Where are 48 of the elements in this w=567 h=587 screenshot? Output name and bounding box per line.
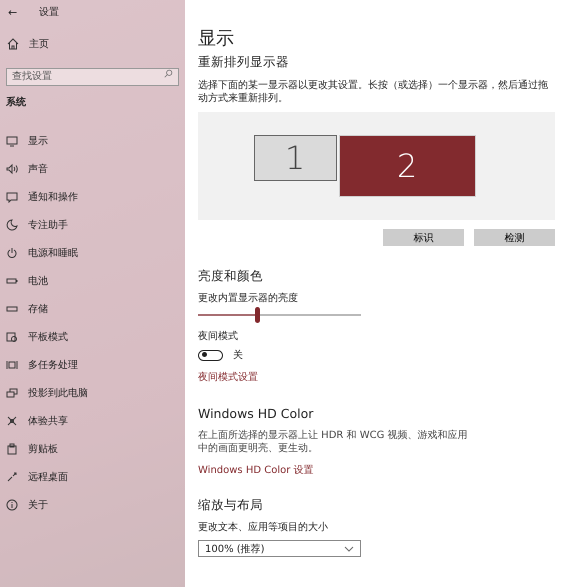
home-item[interactable]: 主页: [0, 38, 185, 50]
monitor-tile[interactable]: 2: [338, 135, 476, 197]
sidebar-item[interactable]: 声音: [0, 155, 185, 183]
section-heading: 亮度和颜色: [198, 268, 264, 285]
sidebar-item[interactable]: 体验共享: [0, 407, 185, 435]
toggle-switch[interactable]: [198, 350, 223, 360]
page-title: 显示: [198, 27, 235, 50]
slider-label: 更改内置显示器的亮度: [198, 292, 299, 305]
section-heading: 系统: [5, 96, 27, 109]
slider-thumb[interactable]: [254, 307, 260, 323]
moon-icon: [6, 219, 18, 231]
search-icon: [164, 68, 173, 78]
sidebar-item[interactable]: 专注助手: [0, 211, 185, 239]
sidebar-item[interactable]: 关于: [0, 491, 185, 519]
section-heading: 重新排列显示器: [198, 54, 290, 71]
dropdown-label: 更改文本、应用等项目的大小: [198, 520, 329, 534]
night-settings-link[interactable]: 夜间模式设置: [198, 370, 258, 384]
home-icon: [7, 38, 19, 50]
sound-icon: [6, 163, 18, 175]
clipboard-icon: [6, 443, 18, 455]
power-icon: [6, 247, 18, 259]
sidebar-item[interactable]: 电池: [0, 267, 185, 295]
about-icon: [6, 499, 18, 511]
back-button[interactable]: ←: [8, 6, 18, 18]
toggle-label: 夜间模式: [198, 330, 239, 343]
display-icon: [6, 135, 18, 147]
monitor-tile[interactable]: 1: [254, 135, 336, 181]
sidebar-item[interactable]: 通知和操作: [0, 183, 185, 211]
search-field[interactable]: 查找设置: [6, 68, 179, 86]
sidebar-item[interactable]: 多任务处理: [0, 351, 185, 379]
hd-color-link[interactable]: Windows HD Color 设置: [198, 463, 314, 477]
chevron-icon: [344, 546, 354, 552]
scale-dropdown[interactable]: 100% (推荐): [198, 540, 361, 557]
section-heading: Windows HD Color: [198, 406, 314, 421]
action-button[interactable]: 检测: [474, 229, 555, 246]
sidebar-item[interactable]: 远程桌面: [0, 463, 185, 491]
description: 选择下面的某一显示器以更改其设置。长按（或选择）一个显示器，然后通过拖动方式来重新排列。: [198, 79, 549, 105]
sidebar-item[interactable]: 投影到此电脑: [0, 379, 185, 407]
sidebar-item[interactable]: 存储: [0, 295, 185, 323]
window-title: 设置: [39, 6, 60, 19]
sidebar-item[interactable]: 显示: [0, 127, 185, 155]
toggle-state: 关: [233, 348, 243, 362]
section-heading: 缩放与布局: [198, 497, 264, 514]
action-button[interactable]: 标识: [383, 229, 464, 246]
description: 在上面所选择的显示器上让 HDR 和 WCG 视频、游戏和应用中的画面更明亮、更生动。: [198, 429, 468, 455]
sidebar-item[interactable]: 剪贴板: [0, 435, 185, 463]
sidebar-item[interactable]: 电源和睡眠: [0, 239, 185, 267]
sidebar-item[interactable]: 平板模式: [0, 323, 185, 351]
